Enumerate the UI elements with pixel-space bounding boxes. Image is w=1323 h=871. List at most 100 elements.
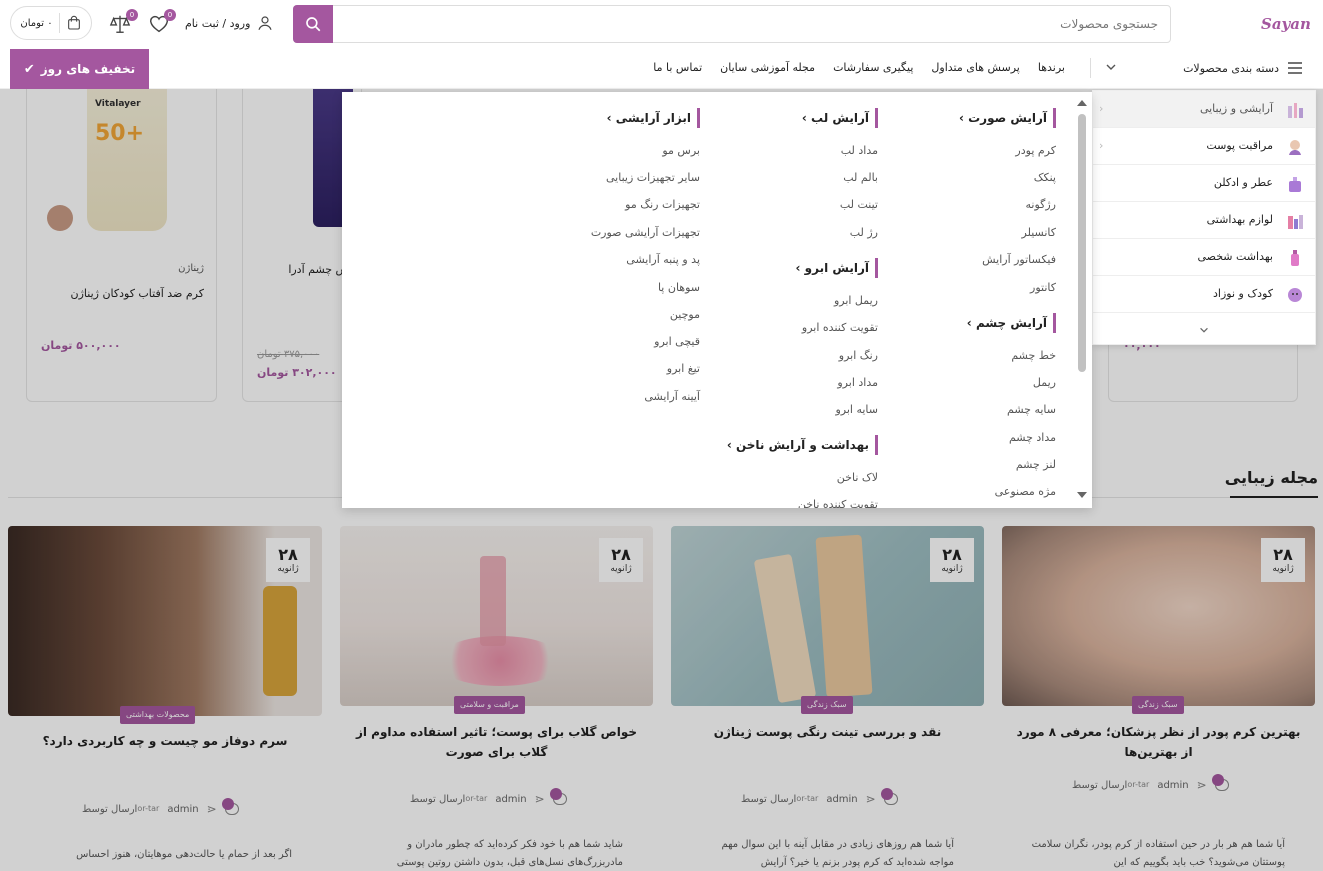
mega-link[interactable]: پنکک [1034,171,1056,184]
mega-link[interactable]: فیکساتور آرایش [982,253,1056,266]
mega-heading-face[interactable]: آرایش صورت › [959,108,1056,128]
product-image[interactable]: Vitalayer 50+ [87,81,167,231]
post-title[interactable]: بهترین کرم پودر از نظر پزشکان؛ معرفی ۸ م… [1012,722,1305,762]
mega-link[interactable]: سایه ابرو [835,403,878,416]
mega-link[interactable]: رژگونه [1025,198,1056,211]
mega-heading-lip[interactable]: آرایش لب › [802,108,878,128]
mega-link[interactable]: سوهان پا [658,281,700,294]
nav-divider [1090,58,1091,78]
mega-link[interactable]: لاک ناخن [837,471,878,484]
site-logo[interactable]: Sayan [1261,12,1311,36]
mega-heading-tools[interactable]: ابزار آرایشی › [607,108,700,128]
compare-button[interactable]: 0 [106,9,138,35]
comment-icon[interactable] [221,798,239,815]
mega-link[interactable]: کانسیلر [1022,226,1057,239]
mega-link[interactable]: سایر تجهیزات زیبایی [606,171,700,184]
mega-link[interactable]: تجهیزات آرایشی صورت [591,226,700,239]
mega-link[interactable]: رنگ ابرو [839,349,878,362]
mega-link[interactable]: برس مو [662,144,700,157]
blog-post-card[interactable]: ۲۸ ژانویه سبک زندگی بهترین کرم پودر از ن… [1002,526,1315,871]
nav-link-contact[interactable]: تماس با ما [653,61,702,74]
post-author[interactable]: admin [1157,780,1188,791]
categories-toggle[interactable]: دسته بندی محصولات [1183,58,1303,78]
chevron-right-icon: › [606,111,612,125]
comment-icon[interactable] [549,788,567,805]
mega-link[interactable]: تقویت کننده ناخن [798,498,878,508]
mega-link[interactable]: تیغ ابرو [667,362,700,375]
nav-link-order-tracking[interactable]: پیگیری سفارشات [833,61,913,74]
blog-post-card[interactable]: ۲۸ ژانویه محصولات بهداشتی سرم دوفاز مو چ… [8,526,322,871]
scroll-up-arrow-icon[interactable] [1077,98,1087,106]
comment-icon[interactable] [1211,774,1229,791]
mega-menu-scrollbar[interactable] [1077,98,1087,502]
blog-post-card[interactable]: ۲۸ ژانویه سبک زندگی نقد و بررسی تینت رنگ… [671,526,984,871]
post-title[interactable]: نقد و بررسی تینت رنگی پوست ژیناژن [681,722,974,742]
mega-link[interactable]: موچین [670,308,700,321]
mega-link[interactable]: لنز چشم [1016,458,1056,471]
mega-link[interactable]: تقویت کننده ابرو [802,321,878,334]
category-item-skincare[interactable]: مراقبت پوست ‹ [1093,128,1315,165]
mega-link[interactable]: ریمل [1033,376,1056,389]
share-icon[interactable]: ⋖ [207,802,217,816]
mega-link[interactable]: مداد چشم [1009,431,1056,444]
product-name[interactable]: ش چشم آدرا [288,263,349,276]
nav-link-brands[interactable]: برندها [1038,61,1065,74]
scroll-thumb[interactable] [1078,114,1086,372]
post-tag[interactable]: سبک زندگی [1132,696,1184,714]
mega-link[interactable]: رژ لب [850,226,878,239]
search-input[interactable] [332,6,1170,42]
post-title[interactable]: سرم دوفاز مو چیست و چه کاربردی دارد؟ [18,731,312,751]
mega-link[interactable]: کانتور [1030,281,1056,294]
mega-link[interactable]: پد و پنبه آرایشی [626,253,700,266]
blog-post-card[interactable]: ۲۸ ژانویه مراقبت و سلامتی خواص گلاب برای… [340,526,653,871]
nav-link-magazine[interactable]: مجله آموزشی سایان [720,61,815,74]
post-tag[interactable]: محصولات بهداشتی [120,706,196,724]
search-button[interactable] [293,5,333,43]
mega-heading-eye[interactable]: آرایش چشم › [967,313,1056,333]
category-expand-button[interactable] [1093,315,1315,345]
mega-link[interactable]: ریمل ابرو [834,294,878,307]
share-icon[interactable]: ⋖ [535,792,545,806]
product-name[interactable]: کرم ضد آفتاب کودکان ژیناژن [71,287,204,300]
baby-icon [1288,288,1302,302]
post-month: ژانویه [941,564,963,574]
mega-link[interactable]: بالم لب [843,171,878,184]
mega-link[interactable]: مداد ابرو [837,376,878,389]
wishlist-button[interactable]: 0 [146,9,176,35]
mega-link[interactable]: تجهیزات رنگ مو [625,198,700,211]
comment-icon[interactable] [880,788,898,805]
cart-button[interactable]: ۰ تومان [10,6,92,40]
mega-link[interactable]: سایه چشم [1007,403,1056,416]
mega-link[interactable]: آیینه آرایشی [644,390,700,403]
product-brand[interactable]: ژیناژن [178,263,204,274]
post-tag[interactable]: مراقبت و سلامتی [454,696,525,714]
post-author[interactable]: admin [826,794,857,805]
author-avatar: or-tar [1127,780,1150,789]
share-icon[interactable]: ⋖ [1197,778,1207,792]
category-item-cosmetics[interactable]: آرایشی و زیبایی ‹ [1093,91,1315,128]
post-author[interactable]: admin [495,794,526,805]
mega-link[interactable]: مژه مصنوعی [995,485,1056,498]
login-link[interactable]: ورود / ثبت نام [185,12,274,34]
mega-heading-nail[interactable]: بهداشت و آرایش ناخن › [727,435,878,455]
category-item-baby[interactable]: کودک و نوزاد [1093,276,1315,313]
daily-deals-button[interactable]: تخفیف های روز ✔ [10,49,149,89]
mega-link[interactable]: خط چشم [1011,349,1056,362]
chevron-down-icon[interactable] [1104,60,1118,74]
product-card-sunscreen[interactable]: Vitalayer 50+ ژیناژن کرم ضد آفتاب کودکان… [26,80,217,402]
mega-link[interactable]: قیچی ابرو [654,335,700,348]
scroll-down-arrow-icon[interactable] [1077,492,1087,500]
mega-link[interactable]: کرم پودر [1015,144,1056,157]
nav-link-faq[interactable]: پرسش های متداول [931,61,1019,74]
mega-link[interactable]: مداد لب [841,144,878,157]
mega-link[interactable]: تینت لب [840,198,878,211]
category-item-hygiene[interactable]: لوازم بهداشتی [1093,202,1315,239]
category-item-personal-care[interactable]: بهداشت شخصی [1093,239,1315,276]
post-title[interactable]: خواص گلاب برای پوست؛ تاثیر استفاده مداوم… [350,722,643,762]
user-icon [258,16,273,30]
mega-heading-brow[interactable]: آرایش ابرو › [796,258,878,278]
post-author[interactable]: admin [167,804,198,815]
post-tag[interactable]: سبک زندگی [801,696,853,714]
share-icon[interactable]: ⋖ [866,792,876,806]
category-item-perfume[interactable]: عطر و ادکلن [1093,165,1315,202]
